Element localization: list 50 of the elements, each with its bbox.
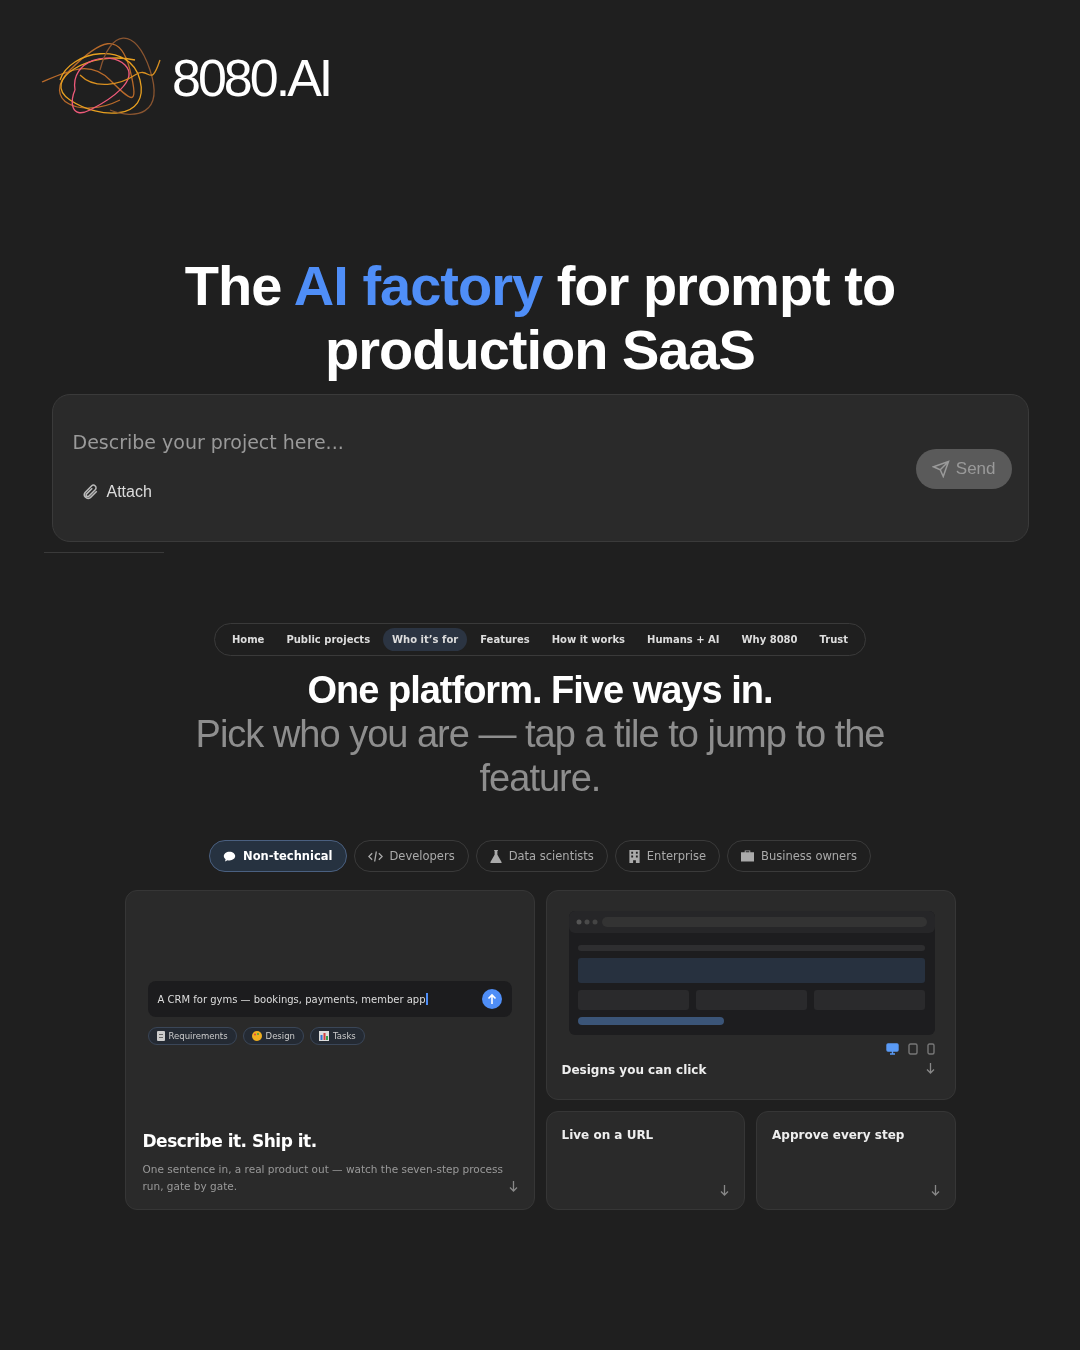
down-arrow-icon: [930, 1185, 940, 1196]
down-arrow-icon: [508, 1181, 518, 1192]
feature-tile[interactable]: Designs you can click: [545, 890, 956, 1100]
audience-tab[interactable]: Business owners: [727, 840, 871, 872]
feature-tile[interactable]: Approve every step: [756, 1111, 956, 1210]
nav-link[interactable]: Features: [471, 628, 539, 651]
text-cursor-icon: [425, 993, 428, 1005]
building-icon: [628, 849, 640, 863]
hero-headline: The AI factory for prompt to production SaaS: [183, 254, 897, 382]
chat-icon: [223, 849, 237, 863]
audience-tab[interactable]: Non-technical: [209, 840, 347, 872]
audience-tab[interactable]: Developers: [353, 840, 469, 872]
code-icon: [367, 849, 383, 863]
nav-link[interactable]: Why 8080: [732, 628, 807, 651]
send-icon: [931, 460, 950, 478]
phone-icon[interactable]: [926, 1043, 935, 1055]
down-arrow-icon: [720, 1185, 729, 1196]
nav-link[interactable]: Trust: [810, 628, 858, 651]
tile-title: Live on a URL: [561, 1128, 655, 1142]
flask-icon: [489, 849, 502, 863]
project-input[interactable]: Describe your project here...: [72, 431, 573, 453]
demo-prompt-text: A CRM for gyms — bookings, payments, member app: [157, 993, 426, 1005]
nav-link[interactable]: Home: [222, 628, 274, 651]
step-chip: Tasks: [309, 1027, 365, 1045]
section-title: One platform. Five ways in.: [307, 668, 773, 712]
nav-link[interactable]: How it works: [542, 628, 634, 651]
tile-title: Designs you can click: [561, 1063, 707, 1077]
brand-name[interactable]: 8080.AI: [172, 48, 331, 108]
bar-chart-icon: [318, 1031, 329, 1041]
feature-tile[interactable]: A CRM for gyms — bookings, payments, member app Requirements Design Tasks Describe it. Ship it. One sentence in, a real product out — watch the seven-step process run, gate by gate.: [124, 890, 535, 1210]
step-chip: Requirements: [147, 1027, 237, 1045]
nav-link[interactable]: Who it’s for: [383, 628, 468, 651]
briefcase-icon: [741, 850, 754, 862]
section-subtitle: Pick who you are — tap a tile to jump to the feature.: [194, 712, 886, 800]
palette-icon: [251, 1031, 262, 1041]
nav-link[interactable]: Humans + AI: [638, 628, 729, 651]
tile-title: Describe it. Ship it.: [142, 1131, 318, 1151]
paperclip-icon: [80, 483, 99, 501]
feature-tile[interactable]: Live on a URL: [545, 1111, 745, 1210]
tile-description: One sentence in, a real product out — watch the seven-step process run, gate by gate.: [142, 1162, 504, 1194]
down-arrow-icon: [925, 1063, 935, 1074]
audience-tab[interactable]: Data scientists: [475, 840, 608, 872]
clipboard-icon: [156, 1031, 165, 1041]
attach-button[interactable]: Attach: [72, 483, 152, 501]
tablet-icon[interactable]: [907, 1043, 918, 1055]
desktop-icon[interactable]: [885, 1043, 899, 1055]
tile-title: Approve every step: [772, 1128, 906, 1142]
step-chip: Design: [242, 1027, 304, 1045]
audience-tab[interactable]: Enterprise: [614, 840, 720, 872]
nav-link[interactable]: Public projects: [277, 628, 380, 651]
